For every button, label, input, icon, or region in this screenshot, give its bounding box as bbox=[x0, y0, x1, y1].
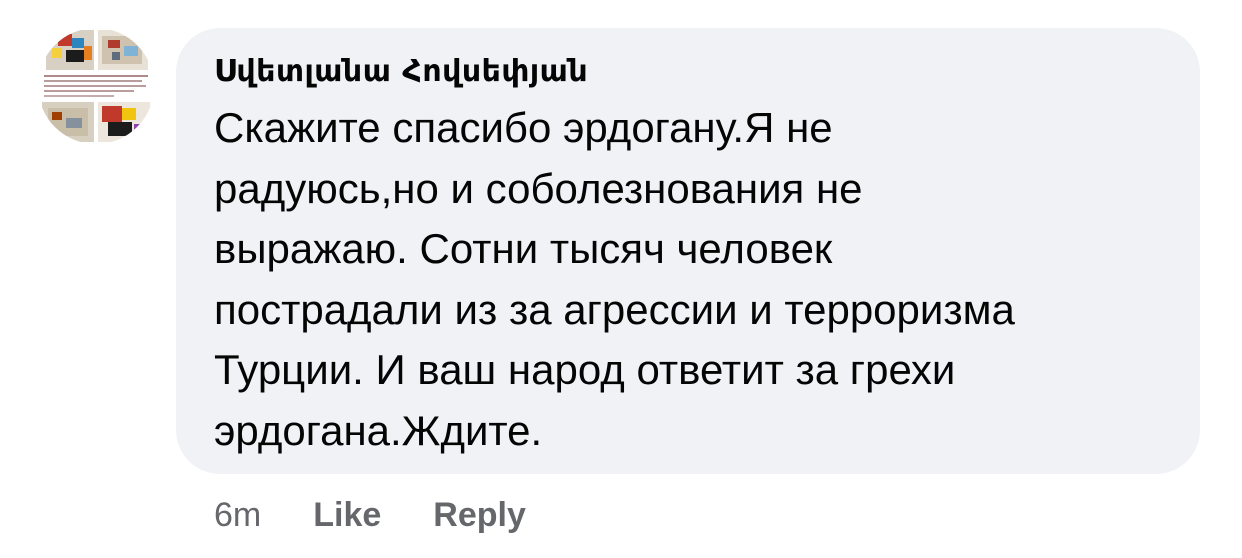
comment-text: Скажите спасибо эрдогану.Я не радуюсь,но… bbox=[214, 104, 1015, 454]
like-button[interactable]: Like bbox=[313, 496, 381, 535]
comment-bubble: Սվետլանա Հովսեփյան Скажите спасибо эрдог… bbox=[176, 28, 1200, 474]
avatar[interactable] bbox=[38, 28, 154, 144]
comment-author[interactable]: Սվետլանա Հովսեփյան bbox=[214, 52, 1170, 92]
avatar-image bbox=[38, 28, 154, 144]
comment-actions: 6m Like Reply bbox=[214, 490, 578, 540]
comment: Սվետլանա Հովսեփյան Скажите спасибо эрдог… bbox=[0, 0, 1242, 558]
reply-button[interactable]: Reply bbox=[433, 496, 526, 535]
comment-timestamp[interactable]: 6m bbox=[214, 496, 261, 535]
